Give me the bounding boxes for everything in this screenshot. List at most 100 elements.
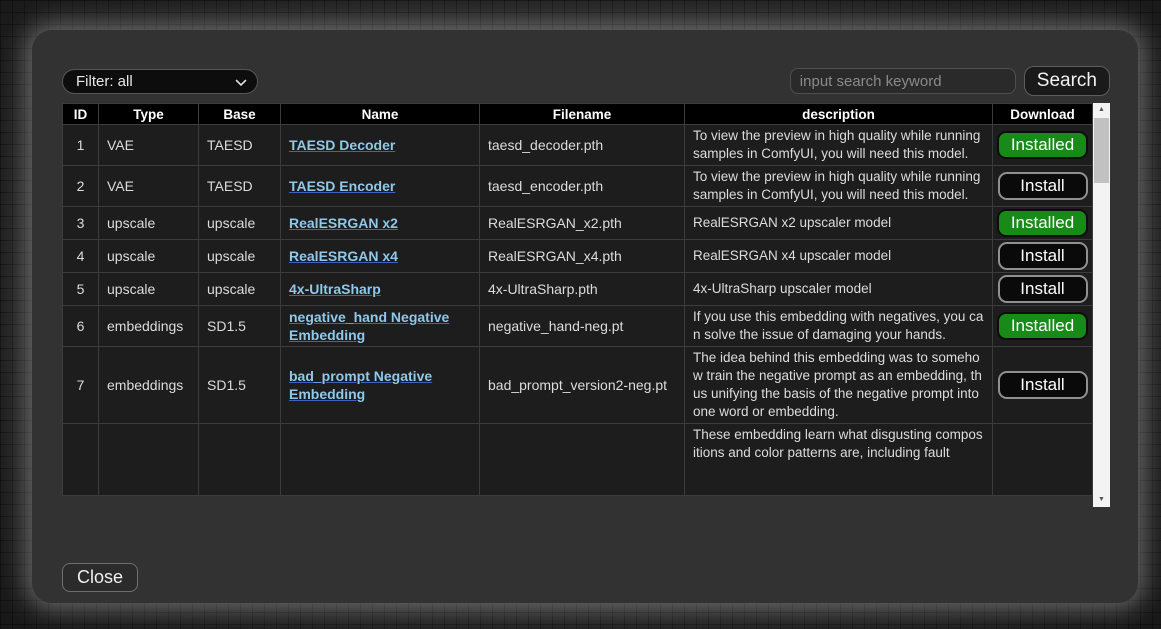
models-table: ID Type Base Name Filename description D… (62, 103, 1093, 496)
cell-type: VAE (99, 166, 199, 207)
cell-description: If you use this embedding with negatives… (685, 306, 993, 347)
table-row: These embedding learn what disgusting co… (63, 424, 1093, 496)
cell-download: Installed (993, 207, 1093, 240)
cell-type (99, 424, 199, 496)
table-header-row: ID Type Base Name Filename description D… (63, 104, 1093, 125)
cell-download: Installed (993, 306, 1093, 347)
table-scrollbar[interactable]: ▲ ▼ (1093, 103, 1110, 507)
cell-id: 6 (63, 306, 99, 347)
filter-select-value: Filter: all (76, 73, 133, 90)
column-header-name: Name (281, 104, 480, 125)
cell-description: These embedding learn what disgusting co… (685, 424, 993, 496)
table-row: 5 upscale upscale 4x-UltraSharp 4x-Ultra… (63, 273, 1093, 306)
table-row: 7 embeddings SD1.5 bad_prompt Negative E… (63, 347, 1093, 424)
cell-filename: 4x-UltraSharp.pth (480, 273, 685, 306)
column-header-id: ID (63, 104, 99, 125)
scrollbar-thumb[interactable] (1094, 118, 1109, 183)
cell-download (993, 424, 1093, 496)
table-row: 4 upscale upscale RealESRGAN x4 RealESRG… (63, 240, 1093, 273)
model-name-link[interactable]: TAESD Encoder (289, 178, 395, 194)
cell-base: SD1.5 (199, 306, 281, 347)
cell-base: TAESD (199, 166, 281, 207)
cell-type: VAE (99, 125, 199, 166)
column-header-description: description (685, 104, 993, 125)
cell-id: 4 (63, 240, 99, 273)
install-button[interactable]: Installed (997, 312, 1088, 340)
model-name-link[interactable]: 4x-UltraSharp (289, 281, 381, 297)
install-button[interactable]: Install (998, 275, 1088, 303)
models-table-scroll: ID Type Base Name Filename description D… (62, 103, 1093, 507)
table-row: 6 embeddings SD1.5 negative_hand Negativ… (63, 306, 1093, 347)
cell-id: 1 (63, 125, 99, 166)
cell-base: upscale (199, 240, 281, 273)
cell-filename: bad_prompt_version2-neg.pt (480, 347, 685, 424)
column-header-download: Download (993, 104, 1093, 125)
cell-id: 3 (63, 207, 99, 240)
cell-base: upscale (199, 273, 281, 306)
scrollbar-down-icon[interactable]: ▼ (1093, 493, 1110, 507)
cell-description: 4x-UltraSharp upscaler model (685, 273, 993, 306)
cell-type: upscale (99, 207, 199, 240)
cell-name: TAESD Encoder (281, 166, 480, 207)
cell-id: 5 (63, 273, 99, 306)
cell-name: 4x-UltraSharp (281, 273, 480, 306)
cell-type: embeddings (99, 306, 199, 347)
install-button[interactable]: Installed (997, 131, 1088, 159)
model-name-link[interactable]: TAESD Decoder (289, 137, 395, 153)
cell-filename (480, 424, 685, 496)
cell-download: Install (993, 240, 1093, 273)
column-header-base: Base (199, 104, 281, 125)
search-button[interactable]: Search (1024, 66, 1110, 96)
cell-name: TAESD Decoder (281, 125, 480, 166)
close-button[interactable]: Close (62, 563, 138, 592)
cell-description: To view the preview in high quality whil… (685, 166, 993, 207)
cell-base: TAESD (199, 125, 281, 166)
scrollbar-up-icon[interactable]: ▲ (1093, 103, 1110, 117)
cell-base: upscale (199, 207, 281, 240)
cell-type: embeddings (99, 347, 199, 424)
chevron-down-icon (235, 79, 247, 87)
install-button[interactable]: Install (998, 371, 1088, 399)
dialog-toolbar: Filter: all Search (62, 66, 1110, 96)
cell-name: RealESRGAN x4 (281, 240, 480, 273)
cell-id (63, 424, 99, 496)
cell-type: upscale (99, 273, 199, 306)
install-button[interactable]: Install (998, 172, 1088, 200)
cell-base (199, 424, 281, 496)
model-name-link[interactable]: bad_prompt Negative Embedding (289, 368, 432, 402)
cell-id: 2 (63, 166, 99, 207)
model-name-link[interactable]: negative_hand Negative Embedding (289, 309, 449, 343)
cell-filename: negative_hand-neg.pt (480, 306, 685, 347)
search-group: Search (790, 66, 1110, 96)
search-input[interactable] (790, 68, 1016, 94)
filter-select[interactable]: Filter: all (62, 69, 258, 94)
cell-filename: taesd_decoder.pth (480, 125, 685, 166)
models-table-area: ID Type Base Name Filename description D… (62, 103, 1110, 507)
cell-name: bad_prompt Negative Embedding (281, 347, 480, 424)
cell-name: negative_hand Negative Embedding (281, 306, 480, 347)
table-row: 2 VAE TAESD TAESD Encoder taesd_encoder.… (63, 166, 1093, 207)
cell-name: RealESRGAN x2 (281, 207, 480, 240)
install-button[interactable]: Installed (997, 209, 1088, 237)
cell-filename: taesd_encoder.pth (480, 166, 685, 207)
install-button[interactable]: Install (998, 242, 1088, 270)
install-models-dialog: Filter: all Search ID Type Base (32, 30, 1138, 603)
cell-download: Install (993, 347, 1093, 424)
column-header-filename: Filename (480, 104, 685, 125)
cell-download: Install (993, 166, 1093, 207)
cell-type: upscale (99, 240, 199, 273)
table-row: 1 VAE TAESD TAESD Decoder taesd_decoder.… (63, 125, 1093, 166)
cell-download: Installed (993, 125, 1093, 166)
cell-id: 7 (63, 347, 99, 424)
comfyui-canvas: Filter: all Search ID Type Base (0, 0, 1161, 629)
model-name-link[interactable]: RealESRGAN x4 (289, 248, 398, 264)
cell-description: RealESRGAN x2 upscaler model (685, 207, 993, 240)
cell-name (281, 424, 480, 496)
cell-filename: RealESRGAN_x4.pth (480, 240, 685, 273)
cell-download: Install (993, 273, 1093, 306)
cell-filename: RealESRGAN_x2.pth (480, 207, 685, 240)
cell-base: SD1.5 (199, 347, 281, 424)
cell-description: RealESRGAN x4 upscaler model (685, 240, 993, 273)
cell-description: To view the preview in high quality whil… (685, 125, 993, 166)
model-name-link[interactable]: RealESRGAN x2 (289, 215, 398, 231)
